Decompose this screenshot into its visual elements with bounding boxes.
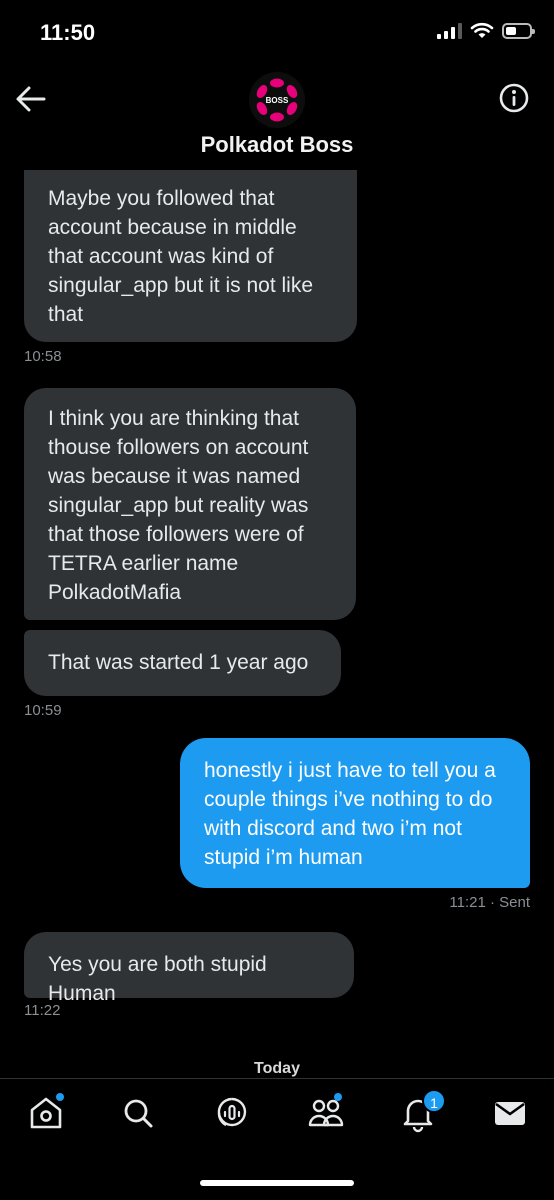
search-icon xyxy=(124,1099,153,1128)
message-text: I think you are thinking that thouse fol… xyxy=(48,407,309,604)
avatar[interactable]: BOSS xyxy=(249,72,305,128)
conversation-header: BOSS Polkadot Boss xyxy=(0,70,554,170)
message-text: Yes you are both stupid Human xyxy=(48,953,267,1005)
message-status: 11:21 · Sent xyxy=(449,894,530,911)
battery-icon xyxy=(502,23,535,39)
message-bubble[interactable]: I think you are thinking that thouse fol… xyxy=(24,388,356,620)
message-text: That was started 1 year ago xyxy=(48,651,309,674)
message-bubble[interactable]: That was started 1 year ago xyxy=(24,630,341,696)
notifications-badge: 1 xyxy=(422,1089,446,1113)
status-icons xyxy=(437,22,535,40)
nav-spaces[interactable] xyxy=(212,1093,252,1133)
message-text: Maybe you followed that account because … xyxy=(48,187,313,326)
home-indicator xyxy=(200,1180,354,1186)
nav-communities[interactable] xyxy=(306,1093,346,1133)
avatar-logo-text: BOSS xyxy=(266,96,289,105)
message-bubble[interactable]: honestly i just have to tell you a coupl… xyxy=(180,738,530,888)
status-bar: 11:50 xyxy=(0,0,554,70)
communities-unread-dot xyxy=(334,1093,342,1101)
nav-messages[interactable] xyxy=(490,1093,530,1133)
message-timestamp: 11:22 xyxy=(24,1002,61,1019)
info-icon[interactable] xyxy=(498,82,530,114)
home-unread-dot xyxy=(56,1093,64,1101)
wifi-icon xyxy=(470,22,494,38)
message-bubble[interactable]: Yes you are both stupid Human xyxy=(24,932,354,1005)
cellular-signal-icon xyxy=(437,23,462,39)
message-timestamp: 10:58 xyxy=(24,348,62,365)
message-text: honestly i just have to tell you a coupl… xyxy=(204,759,496,869)
message-timestamp: 10:59 xyxy=(24,702,62,719)
message-bubble[interactable]: Maybe you followed that account because … xyxy=(24,170,357,342)
contact-name[interactable]: Polkadot Boss xyxy=(0,132,554,158)
date-divider: Today xyxy=(254,1060,300,1077)
nav-notifications[interactable]: 1 xyxy=(398,1089,446,1133)
nav-search[interactable] xyxy=(118,1093,158,1133)
message-list: Maybe you followed that account because … xyxy=(0,170,554,1078)
nav-home[interactable] xyxy=(26,1093,66,1133)
messages-icon xyxy=(495,1102,525,1125)
back-arrow-icon[interactable] xyxy=(14,84,48,114)
spaces-icon xyxy=(217,1097,247,1127)
status-time: 11:50 xyxy=(40,20,96,45)
